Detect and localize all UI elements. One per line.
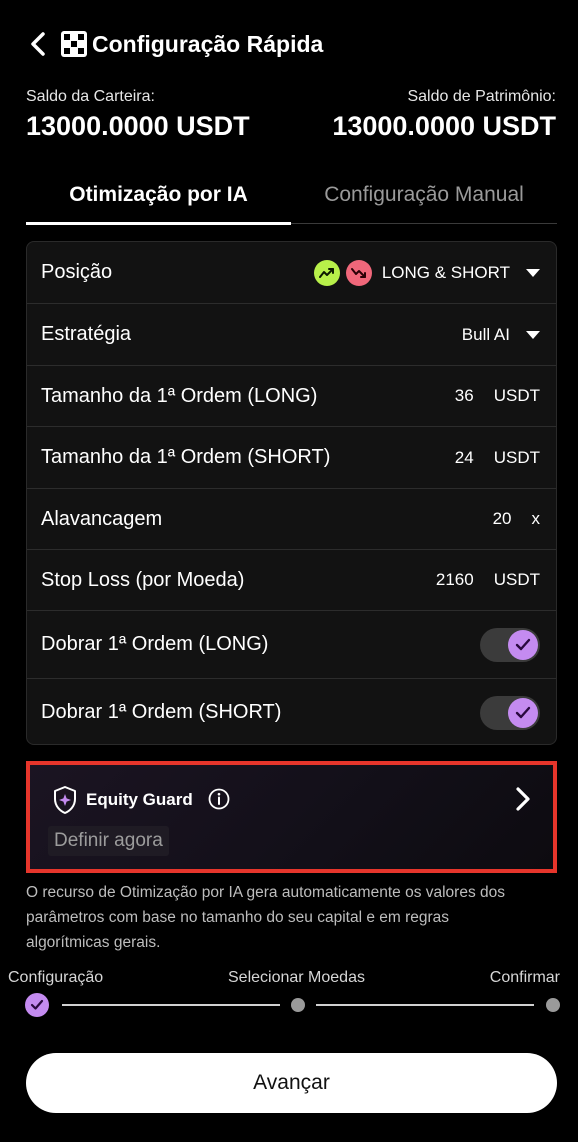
header: Configuração Rápida bbox=[0, 0, 578, 88]
first-order-short-row: Tamanho da 1ª Ordem (SHORT) 24 USDT bbox=[27, 427, 556, 489]
equity-guard-set-now[interactable]: Definir agora bbox=[48, 826, 169, 856]
leverage-label: Alavancagem bbox=[41, 507, 163, 530]
double-long-row: Dobrar 1ª Ordem (LONG) bbox=[27, 611, 556, 679]
strategy-value: Bull AI bbox=[461, 324, 510, 344]
trend-down-icon bbox=[345, 259, 372, 286]
progress-stepper: Configuração Selecionar Moedas Confirmar bbox=[0, 965, 578, 1025]
double-long-toggle[interactable] bbox=[480, 627, 540, 662]
back-button[interactable] bbox=[24, 28, 52, 60]
chevron-left-icon bbox=[31, 32, 45, 56]
caret-down-icon[interactable] bbox=[526, 330, 540, 339]
mode-tabs: Otimização por IA Configuração Manual bbox=[26, 170, 557, 225]
step-connector bbox=[62, 1004, 280, 1006]
chevron-right-icon bbox=[516, 787, 530, 811]
double-short-row: Dobrar 1ª Ordem (SHORT) bbox=[27, 679, 556, 744]
caret-down-icon[interactable] bbox=[526, 268, 540, 277]
leverage-row: Alavancagem 20 x bbox=[27, 489, 556, 550]
info-icon[interactable] bbox=[208, 788, 230, 810]
okx-logo-icon bbox=[61, 31, 87, 57]
first-order-short-input[interactable]: 24 bbox=[455, 448, 474, 468]
ai-description: O recurso de Otimização por IA gera auto… bbox=[26, 884, 506, 951]
position-row[interactable]: Posição LONG & SHORT bbox=[27, 242, 556, 304]
settings-card: Posição LONG & SHORT Estratégia Bull AI … bbox=[26, 241, 557, 745]
double-short-toggle[interactable] bbox=[480, 695, 540, 730]
stop-loss-unit: USDT bbox=[493, 570, 540, 589]
equity-balance-label: Saldo de Patrimônio: bbox=[407, 88, 556, 105]
first-order-short-unit: USDT bbox=[493, 447, 540, 467]
equity-guard-title: Equity Guard bbox=[86, 790, 193, 809]
check-icon bbox=[508, 697, 538, 728]
first-order-long-input[interactable]: 36 bbox=[455, 386, 474, 406]
step-label-select-coins: Selecionar Moedas bbox=[228, 969, 365, 986]
step-done-check-icon bbox=[25, 993, 49, 1017]
stop-loss-label: Stop Loss (por Moeda) bbox=[41, 568, 245, 591]
stop-loss-input[interactable]: 2160 bbox=[436, 570, 474, 590]
first-order-long-label: Tamanho da 1ª Ordem (LONG) bbox=[41, 384, 318, 407]
stop-loss-row: Stop Loss (por Moeda) 2160 USDT bbox=[27, 550, 556, 611]
leverage-input[interactable]: 20 bbox=[493, 509, 512, 529]
double-long-label: Dobrar 1ª Ordem (LONG) bbox=[41, 633, 269, 655]
strategy-label: Estratégia bbox=[41, 323, 132, 345]
step-connector bbox=[316, 1004, 534, 1006]
step-dot bbox=[291, 998, 305, 1012]
wallet-balance-value: 13000.0000 USDT bbox=[26, 111, 250, 141]
next-button[interactable]: Avançar bbox=[26, 1053, 557, 1113]
strategy-row[interactable]: Estratégia Bull AI bbox=[27, 304, 556, 366]
first-order-long-row: Tamanho da 1ª Ordem (LONG) 36 USDT bbox=[27, 366, 556, 427]
check-icon bbox=[508, 629, 538, 660]
double-short-label: Dobrar 1ª Ordem (SHORT) bbox=[41, 701, 282, 723]
page-title: Configuração Rápida bbox=[92, 31, 324, 57]
trend-up-icon bbox=[313, 259, 340, 286]
step-dot bbox=[546, 998, 560, 1012]
shield-icon bbox=[54, 786, 76, 814]
position-value: LONG & SHORT bbox=[381, 262, 510, 282]
step-label-confirm: Confirmar bbox=[489, 969, 560, 986]
wallet-balance-label: Saldo da Carteira: bbox=[26, 88, 155, 105]
first-order-long-unit: USDT bbox=[493, 386, 540, 405]
position-label: Posição bbox=[41, 261, 113, 283]
leverage-unit: x bbox=[531, 509, 541, 528]
equity-guard-card[interactable]: Equity Guard Definir agora bbox=[26, 761, 557, 873]
equity-balance-value: 13000.0000 USDT bbox=[332, 111, 556, 141]
first-order-short-label: Tamanho da 1ª Ordem (SHORT) bbox=[41, 446, 331, 468]
tab-ai-optimization[interactable]: Otimização por IA bbox=[26, 170, 291, 225]
tab-manual-configuration[interactable]: Configuração Manual bbox=[291, 170, 557, 224]
step-label-configuration: Configuração bbox=[8, 969, 104, 986]
